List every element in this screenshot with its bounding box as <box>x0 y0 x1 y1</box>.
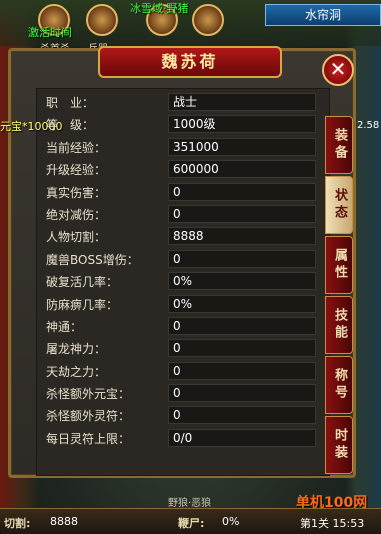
stat-label: 杀怪额外元宝： <box>46 387 131 402</box>
stat-row: 屠龙神力： 0 <box>46 338 318 360</box>
stat-label: 杀怪额外灵符： <box>46 409 131 424</box>
stat-label: 神通： <box>46 319 83 334</box>
hud-skill-icon-2[interactable] <box>86 4 118 36</box>
stat-value: 0 <box>168 204 316 223</box>
stat-label: 当前经验： <box>46 140 107 155</box>
stat-value: 8888 <box>168 227 316 246</box>
corpse-label: 鞭尸: <box>178 517 205 530</box>
stat-value: 0 <box>168 384 316 403</box>
tab-5[interactable]: 时装 <box>325 416 353 474</box>
stat-row: 升级经验： 600000 <box>46 159 318 181</box>
stat-row: 每日灵符上限： 0/0 <box>46 428 318 450</box>
tab-3[interactable]: 技能 <box>325 296 353 354</box>
stat-row: 绝对减伤： 0 <box>46 204 318 226</box>
stat-value: 0 <box>168 249 316 268</box>
stat-label: 职 业： <box>46 96 95 110</box>
stats-list: 职 业： 战士等 级： 1000级当前经验： 351000 升级经验： 600000 真实伤… <box>46 92 318 450</box>
character-name-title: 魏苏荷 <box>98 46 282 78</box>
stat-row: 防麻痹几率： 0% <box>46 294 318 316</box>
hud-skill-icon-4[interactable] <box>192 4 224 36</box>
stat-value: 600000 <box>168 160 316 179</box>
stat-value: 0 <box>168 316 316 335</box>
tab-4[interactable]: 称号 <box>325 356 353 414</box>
stat-row: 天劫之力： 0 <box>46 361 318 383</box>
cut-value: 8888 <box>50 515 78 528</box>
stat-label: 防麻痹几率： <box>46 297 119 312</box>
stat-row: 杀怪额外元宝： 0 <box>46 383 318 405</box>
stat-value: 0/0 <box>168 428 316 447</box>
stat-row: 等 级： 1000级 <box>46 114 318 136</box>
stat-row: 人物切割： 8888 <box>46 226 318 248</box>
bottom-mid-text: 野狼·恶狼 <box>168 498 212 509</box>
hud-map-text: 冰雪域·野猪 <box>130 2 189 15</box>
tab-1[interactable]: 状态 <box>325 176 353 234</box>
stat-label: 魔兽BOSS增伤： <box>46 252 139 267</box>
stat-value: 0 <box>168 361 316 380</box>
close-button[interactable]: ✕ <box>322 54 354 86</box>
stat-value: 351000 <box>168 137 316 156</box>
stat-value: 0 <box>168 182 316 201</box>
stat-row: 破复活几率： 0% <box>46 271 318 293</box>
stat-row: 职 业： 战士 <box>46 92 318 114</box>
stat-value: 0 <box>168 406 316 425</box>
stat-label: 屠龙神力： <box>46 342 107 357</box>
bottom-status-bar: 切割: 8888 鞭尸: 0% 第1关 15:53 <box>0 508 381 534</box>
stat-label: 绝对减伤： <box>46 207 107 222</box>
stat-row: 杀怪额外灵符： 0 <box>46 405 318 427</box>
stat-label: 天劫之力： <box>46 364 107 379</box>
right-hud-number: 2.58 <box>357 120 380 131</box>
stat-label: 人物切割： <box>46 230 107 245</box>
stat-label: 每日灵符上限： <box>46 431 131 446</box>
tab-0[interactable]: 装备 <box>325 116 353 174</box>
corpse-value: 0% <box>222 515 240 528</box>
stat-label: 等 级： <box>46 118 95 133</box>
tab-2[interactable]: 属性 <box>325 236 353 294</box>
stat-label: 破复活几率： <box>46 275 119 290</box>
cut-label: 切割: <box>4 517 31 530</box>
hud-green-text: 激活时间 <box>28 26 72 39</box>
stat-row: 神通： 0 <box>46 316 318 338</box>
stat-value: 1000级 <box>168 115 316 134</box>
stat-label: 真实伤害： <box>46 185 107 200</box>
stat-row: 真实伤害： 0 <box>46 182 318 204</box>
stat-row: 当前经验： 351000 <box>46 137 318 159</box>
stat-row: 魔兽BOSS增伤： 0 <box>46 249 318 271</box>
stat-value: 0 <box>168 339 316 358</box>
position-text: 第1关 15:53 <box>300 517 365 530</box>
stat-value: 0% <box>168 272 316 291</box>
location-label: 水帘洞 <box>265 4 381 26</box>
stat-value: 0% <box>168 294 316 313</box>
stat-value: 战士 <box>168 93 316 111</box>
stat-label: 升级经验： <box>46 163 107 178</box>
